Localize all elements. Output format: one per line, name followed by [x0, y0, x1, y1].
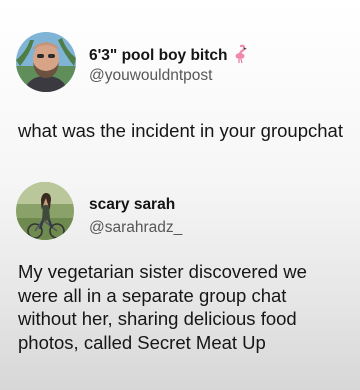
display-name[interactable]: scary sarah	[89, 196, 175, 214]
tweet-author: 6'3" pool boy bitch @youwouldntpost	[0, 32, 360, 96]
flamingo-icon	[232, 44, 248, 69]
user-handle[interactable]: @sarahradz_	[89, 219, 182, 237]
avatar-image	[16, 32, 76, 92]
avatar-image	[16, 182, 74, 240]
display-name[interactable]: 6'3" pool boy bitch	[89, 44, 248, 69]
tweet-card: scary sarah @sarahradz_ My vegetarian si…	[0, 182, 360, 353]
tweet-card: 6'3" pool boy bitch @youwouldntpost what…	[0, 32, 360, 141]
tweet-text: what was the incident in your groupchat	[18, 120, 343, 141]
tweet-author: scary sarah @sarahradz_	[0, 182, 360, 246]
display-name-text: scary sarah	[89, 196, 176, 213]
avatar[interactable]	[16, 32, 76, 92]
avatar[interactable]	[16, 182, 74, 240]
tweet-text: My vegetarian sister discovered we were …	[18, 261, 307, 353]
display-name-text: 6'3" pool boy bitch	[89, 47, 228, 64]
user-handle[interactable]: @youwouldntpost	[89, 67, 212, 85]
